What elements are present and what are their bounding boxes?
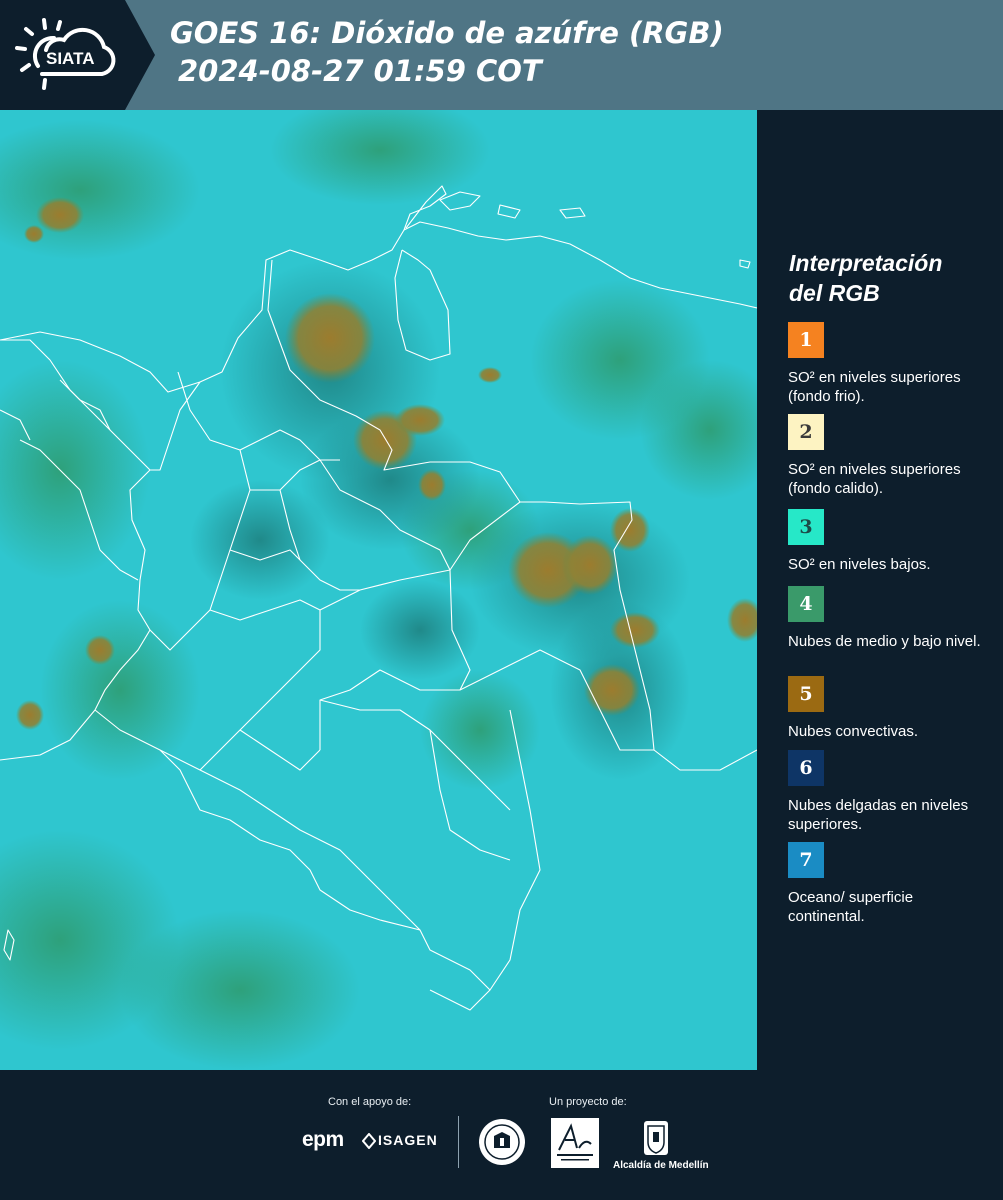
legend-title: Interpretación del RGB: [789, 248, 989, 308]
legend-item-text: SO² en niveles superiores (fondo frio).: [788, 369, 961, 405]
legend-item-text: Oceano/ superficie continental.: [788, 889, 914, 925]
legend-item-text: Nubes delgadas en niveles superiores.: [788, 797, 969, 833]
legend-swatch: 4: [788, 586, 824, 622]
siata-logo-text: SIATA: [46, 49, 94, 68]
legend-item-text: SO² en niveles superiores (fondo calido)…: [788, 461, 961, 497]
legend-swatch: 2: [788, 414, 824, 450]
alcaldia-shield-icon: [644, 1121, 668, 1155]
legend-swatch: 6: [788, 750, 824, 786]
legend-swatch: 7: [788, 842, 824, 878]
legend-panel: Interpretación del RGB 1 SO² en niveles …: [757, 110, 1003, 1070]
legend-item: 3 SO² en niveles bajos.: [788, 509, 983, 574]
medellin-seal-icon: [479, 1119, 525, 1165]
legend-title-line-1: Interpretación: [789, 250, 943, 276]
legend-item: 2 SO² en niveles superiores (fondo calid…: [788, 414, 983, 498]
legend-item-text: Nubes de medio y bajo nivel.: [788, 633, 981, 650]
legend-item: 4 Nubes de medio y bajo nivel.: [788, 586, 983, 651]
legend-item: 5 Nubes convectivas.: [788, 676, 983, 741]
legend-item-text: SO² en niveles bajos.: [788, 556, 931, 573]
isagen-logo: ISAGEN: [378, 1132, 438, 1148]
legend-item-text: Nubes convectivas.: [788, 723, 919, 740]
legend-item: 7 Oceano/ superficie continental.: [788, 842, 983, 926]
legend-title-line-2: del RGB: [789, 280, 880, 306]
legend-item: 1 SO² en niveles superiores (fondo frio)…: [788, 322, 983, 406]
project-label: Un proyecto de:: [549, 1096, 627, 1108]
alcaldia-label: Alcaldía de Medellín: [613, 1160, 709, 1171]
support-label: Con el apoyo de:: [328, 1096, 412, 1108]
siata-logo: SIATA: [15, 18, 116, 90]
satellite-map: [0, 110, 757, 1070]
legend-item: 6 Nubes delgadas en niveles superiores.: [788, 750, 983, 834]
legend-swatch: 3: [788, 509, 824, 545]
isagen-icon: [362, 1133, 376, 1149]
area-metropolitana-logo: [551, 1118, 599, 1168]
title-line-1: GOES 16: Dióxido de azúfre (RGB): [170, 16, 724, 50]
header: SIATA GOES 16: Dióxido de azúfre (RGB) 2…: [0, 0, 1003, 110]
map-svg: [0, 110, 757, 1070]
legend-swatch: 5: [788, 676, 824, 712]
page-title: GOES 16: Dióxido de azúfre (RGB) 2024-08…: [170, 14, 724, 90]
footer: Con el apoyo de: Un proyecto de: epm ISA…: [0, 1070, 1003, 1200]
epm-logo: epm: [302, 1128, 344, 1151]
legend-swatch: 1: [788, 322, 824, 358]
footer-divider: [458, 1116, 459, 1168]
title-line-2: 2024-08-27 01:59 COT: [178, 54, 542, 88]
